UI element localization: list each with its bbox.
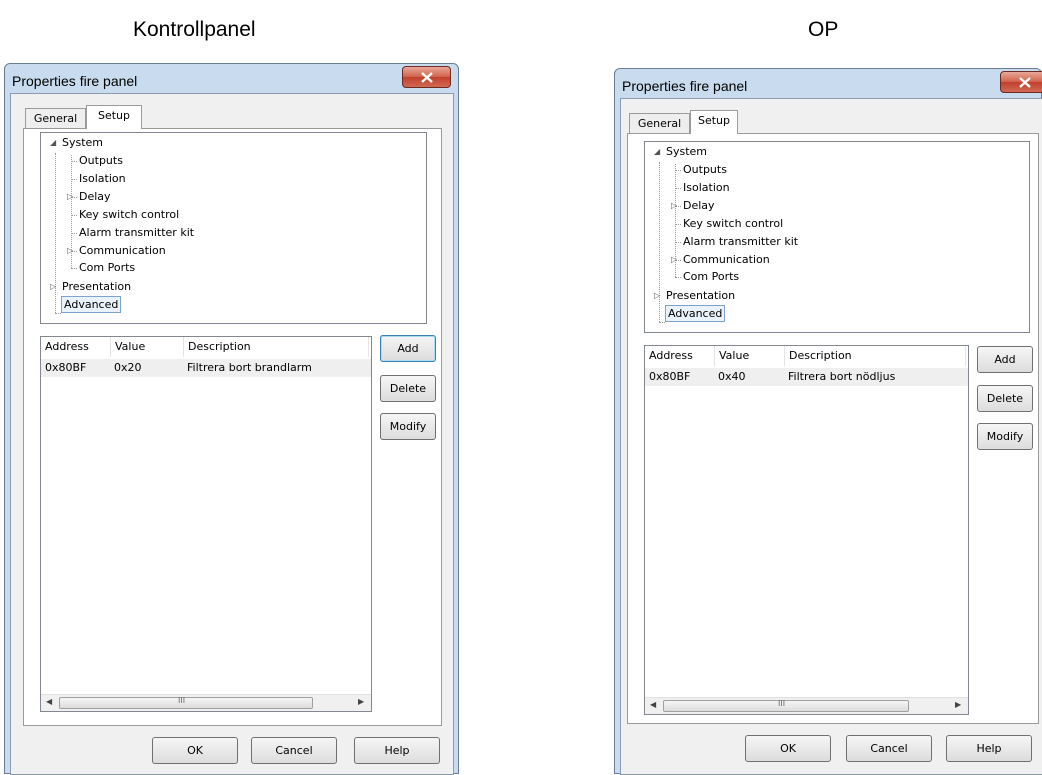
- table-row[interactable]: 0x80BF 0x20 Filtrera bort brandlarm: [41, 359, 371, 377]
- ok-button[interactable]: OK: [152, 737, 238, 764]
- dialog-title: Properties fire panel: [12, 73, 138, 89]
- column-header-address[interactable]: Address: [645, 346, 715, 366]
- column-header-value[interactable]: Value: [111, 337, 184, 357]
- close-icon: [1019, 77, 1031, 88]
- delete-button[interactable]: Delete: [977, 385, 1033, 412]
- tree-expanded-icon[interactable]: ◢: [654, 144, 660, 159]
- tree-collapsed-icon[interactable]: ▷: [50, 279, 56, 294]
- horizontal-scrollbar[interactable]: ◀ III ▶: [41, 694, 371, 711]
- setup-tab-panel: ◢ System Outputs Isolation ▷ Delay Key s…: [627, 133, 1039, 724]
- modify-button[interactable]: Modify: [977, 423, 1033, 450]
- setup-tab-panel: ◢ System Outputs Isolation ▷ Delay Key s…: [23, 128, 442, 726]
- add-button[interactable]: Add: [380, 335, 436, 362]
- tree-node-com-ports[interactable]: Com Ports: [683, 269, 739, 284]
- column-header-description[interactable]: Description: [785, 346, 966, 366]
- tree-node-system[interactable]: System: [666, 144, 707, 159]
- advanced-list[interactable]: Address Value Description 0x80BF 0x20 Fi…: [40, 336, 372, 712]
- tree-node-communication[interactable]: Communication: [79, 243, 166, 258]
- tree-node-delay[interactable]: Delay: [79, 189, 111, 204]
- scroll-left-icon[interactable]: ◀: [650, 700, 656, 709]
- row-value: 0x40: [718, 370, 746, 383]
- tree-node-advanced[interactable]: Advanced: [665, 305, 726, 322]
- column-header-description[interactable]: Description: [184, 337, 369, 357]
- properties-dialog-left: Properties fire panel General Setup ◢ Sy…: [4, 63, 459, 775]
- tree-collapsed-icon[interactable]: ▷: [654, 288, 660, 303]
- tree-node-alarm-transmitter-kit[interactable]: Alarm transmitter kit: [79, 225, 194, 240]
- tree-collapsed-icon[interactable]: ▷: [67, 189, 73, 204]
- tree-node-isolation[interactable]: Isolation: [79, 171, 126, 186]
- tree-node-presentation[interactable]: Presentation: [62, 279, 131, 294]
- cancel-button[interactable]: Cancel: [846, 735, 932, 762]
- tree-node-alarm-transmitter-kit[interactable]: Alarm transmitter kit: [683, 234, 798, 249]
- tree-node-com-ports[interactable]: Com Ports: [79, 260, 135, 275]
- tree-node-outputs[interactable]: Outputs: [683, 162, 727, 177]
- close-icon: [421, 72, 433, 83]
- scroll-grip: III: [778, 699, 786, 708]
- row-description: Filtrera bort nödljus: [788, 370, 896, 383]
- row-address: 0x80BF: [45, 361, 87, 374]
- dialog-client: General Setup ◢ System Outputs Isolation…: [620, 98, 1042, 775]
- dialog-title: Properties fire panel: [622, 78, 748, 94]
- scroll-left-icon[interactable]: ◀: [46, 697, 52, 706]
- scroll-thumb[interactable]: III: [59, 696, 313, 709]
- tree-collapsed-icon[interactable]: ▷: [671, 252, 677, 267]
- tree-node-communication[interactable]: Communication: [683, 252, 770, 267]
- help-button[interactable]: Help: [354, 737, 440, 764]
- settings-tree[interactable]: ◢ System Outputs Isolation ▷ Delay Key s…: [644, 141, 1030, 333]
- tree-node-presentation[interactable]: Presentation: [666, 288, 735, 303]
- tree-collapsed-icon[interactable]: ▷: [671, 198, 677, 213]
- tab-setup[interactable]: Setup: [690, 110, 738, 134]
- add-button[interactable]: Add: [977, 346, 1033, 373]
- caption-op: OP: [808, 18, 839, 41]
- advanced-list[interactable]: Address Value Description 0x80BF 0x40 Fi…: [644, 345, 969, 715]
- close-button[interactable]: [1000, 71, 1042, 93]
- row-description: Filtrera bort brandlarm: [187, 361, 312, 374]
- tree-node-outputs[interactable]: Outputs: [79, 153, 123, 168]
- scroll-right-icon[interactable]: ▶: [358, 697, 364, 706]
- delete-button[interactable]: Delete: [380, 375, 436, 402]
- scroll-thumb[interactable]: III: [663, 699, 909, 712]
- settings-tree[interactable]: ◢ System Outputs Isolation ▷ Delay Key s…: [40, 132, 427, 324]
- row-value: 0x20: [114, 361, 142, 374]
- tree-node-isolation[interactable]: Isolation: [683, 180, 730, 195]
- ok-button[interactable]: OK: [745, 735, 831, 762]
- dialog-client: General Setup ◢ System Outputs Isolation…: [10, 93, 454, 775]
- caption-kontrollpanel: Kontrollpanel: [133, 18, 256, 41]
- close-button[interactable]: [402, 66, 451, 88]
- scroll-right-icon[interactable]: ▶: [955, 700, 961, 709]
- table-row[interactable]: 0x80BF 0x40 Filtrera bort nödljus: [645, 368, 968, 386]
- column-header-value[interactable]: Value: [715, 346, 785, 366]
- tree-node-advanced[interactable]: Advanced: [61, 296, 122, 313]
- scroll-grip: III: [178, 696, 186, 705]
- horizontal-scrollbar[interactable]: ◀ III ▶: [645, 697, 968, 714]
- tab-general[interactable]: General: [25, 108, 86, 128]
- tree-node-delay[interactable]: Delay: [683, 198, 715, 213]
- tree-collapsed-icon[interactable]: ▷: [67, 243, 73, 258]
- column-header-address[interactable]: Address: [41, 337, 111, 357]
- tree-expanded-icon[interactable]: ◢: [50, 135, 56, 150]
- tree-node-key-switch-control[interactable]: Key switch control: [79, 207, 179, 222]
- properties-dialog-right: Properties fire panel General Setup ◢ Sy…: [614, 68, 1042, 775]
- tree-node-system[interactable]: System: [62, 135, 103, 150]
- tab-general[interactable]: General: [629, 113, 690, 133]
- modify-button[interactable]: Modify: [380, 413, 436, 440]
- cancel-button[interactable]: Cancel: [251, 737, 337, 764]
- tab-setup[interactable]: Setup: [86, 105, 142, 129]
- tree-node-key-switch-control[interactable]: Key switch control: [683, 216, 783, 231]
- row-address: 0x80BF: [649, 370, 691, 383]
- help-button[interactable]: Help: [946, 735, 1032, 762]
